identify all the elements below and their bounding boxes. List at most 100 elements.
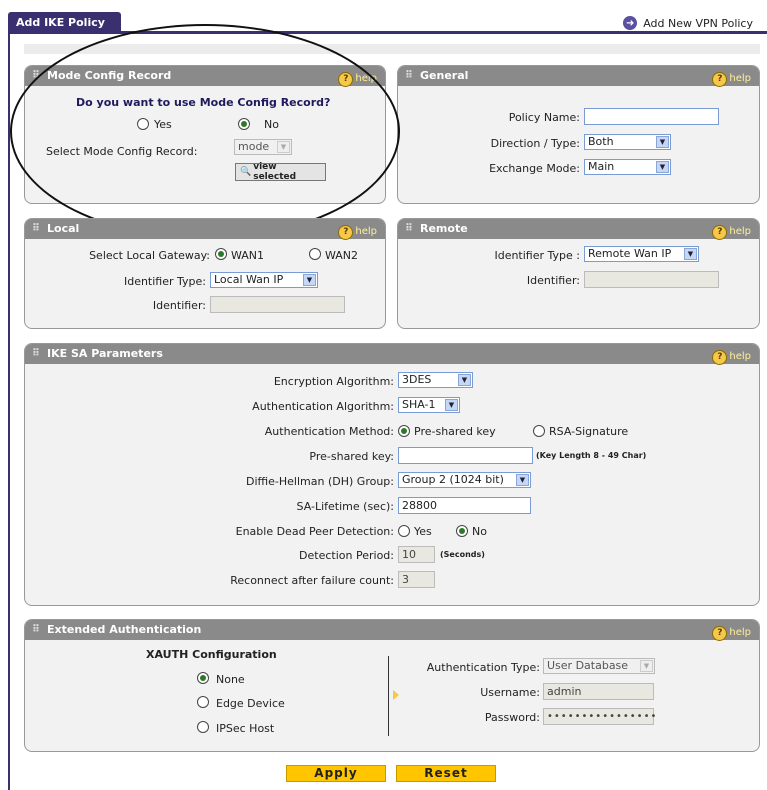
psk-input[interactable] bbox=[398, 447, 533, 464]
help-link[interactable]: ? help bbox=[712, 69, 751, 89]
direction-value: Both bbox=[588, 135, 614, 148]
auth-type-label: Authentication Type: bbox=[426, 661, 540, 674]
help-icon: ? bbox=[712, 625, 728, 641]
local-identifier-type-select[interactable]: Local Wan IP ▼ bbox=[210, 272, 318, 288]
dh-group-label: Diffie-Hellman (DH) Group: bbox=[246, 475, 394, 488]
encryption-value: 3DES bbox=[402, 373, 432, 386]
dpd-yes-radio[interactable] bbox=[398, 525, 410, 537]
wan1-radio[interactable] bbox=[215, 248, 227, 260]
page-tab[interactable]: Add IKE Policy bbox=[8, 12, 121, 34]
xauth-edge-label: Edge Device bbox=[216, 697, 285, 710]
help-label: help bbox=[729, 351, 751, 362]
chevron-down-icon: ▼ bbox=[516, 474, 529, 486]
auth-type-value: User Database bbox=[547, 659, 629, 672]
grip-icon: ⠿ bbox=[405, 70, 413, 81]
local-title: Local bbox=[47, 222, 80, 235]
general-title: General bbox=[420, 69, 469, 82]
xauth-ipsec-radio[interactable] bbox=[197, 721, 209, 733]
dh-group-value: Group 2 (1024 bit) bbox=[402, 473, 504, 486]
general-panel: ⠿ General ? help bbox=[397, 65, 760, 204]
rsa-radio[interactable] bbox=[533, 425, 545, 437]
chevron-down-icon: ▼ bbox=[640, 660, 653, 672]
remote-identifier-input[interactable] bbox=[584, 271, 719, 288]
remote-identifier-label: Identifier: bbox=[526, 274, 580, 287]
general-header: ⠿ General ? help bbox=[398, 66, 759, 89]
remote-identifier-type-value: Remote Wan IP bbox=[588, 247, 672, 260]
arrow-right-icon bbox=[393, 690, 399, 700]
chevron-down-icon: ▼ bbox=[656, 161, 669, 173]
help-label: help bbox=[729, 627, 751, 638]
auth-algorithm-label: Authentication Algorithm: bbox=[252, 400, 394, 413]
grip-icon: ⠿ bbox=[32, 624, 40, 635]
wan2-label: WAN2 bbox=[325, 249, 359, 262]
chevron-down-icon: ▼ bbox=[458, 374, 471, 386]
local-gateway-label: Select Local Gateway: bbox=[89, 249, 210, 262]
xauth-title: Extended Authentication bbox=[47, 623, 202, 636]
detection-period-unit: (Seconds) bbox=[440, 550, 485, 559]
help-link[interactable]: ? help bbox=[712, 222, 751, 242]
remote-header: ⠿ Remote ? help bbox=[398, 219, 759, 242]
auth-algorithm-select[interactable]: SHA-1 ▼ bbox=[398, 397, 460, 413]
exchange-mode-label: Exchange Mode: bbox=[489, 162, 580, 175]
chevron-down-icon: ▼ bbox=[684, 248, 697, 260]
detection-period-input[interactable]: 10 bbox=[398, 546, 435, 563]
wan2-radio[interactable] bbox=[309, 248, 321, 260]
add-vpn-policy-link[interactable]: ➜ Add New VPN Policy bbox=[623, 14, 753, 32]
psk-radio[interactable] bbox=[398, 425, 410, 437]
exchange-mode-select[interactable]: Main ▼ bbox=[584, 159, 671, 175]
local-identifier-type-value: Local Wan IP bbox=[214, 273, 284, 286]
policy-name-label: Policy Name: bbox=[508, 111, 580, 124]
reconnect-input[interactable]: 3 bbox=[398, 571, 435, 588]
local-header: ⠿ Local ? help bbox=[25, 219, 385, 242]
encryption-select[interactable]: 3DES ▼ bbox=[398, 372, 473, 388]
arrow-circle-icon: ➜ bbox=[623, 16, 638, 30]
add-vpn-policy-label: Add New VPN Policy bbox=[643, 16, 753, 30]
reconnect-label: Reconnect after failure count: bbox=[230, 574, 394, 587]
help-label: help bbox=[729, 226, 751, 237]
help-link[interactable]: ? help bbox=[712, 347, 751, 367]
dpd-no-label: No bbox=[472, 525, 487, 538]
password-label: Password: bbox=[484, 711, 540, 724]
ike-sa-title: IKE SA Parameters bbox=[47, 347, 163, 360]
xauth-edge-radio[interactable] bbox=[197, 696, 209, 708]
direction-label: Direction / Type: bbox=[490, 137, 580, 150]
local-identifier-input[interactable] bbox=[210, 296, 345, 313]
direction-select[interactable]: Both ▼ bbox=[584, 134, 671, 150]
reset-button[interactable]: Reset bbox=[396, 765, 496, 782]
dpd-yes-label: Yes bbox=[414, 525, 432, 538]
remote-identifier-type-label: Identifier Type : bbox=[494, 249, 580, 262]
dpd-label: Enable Dead Peer Detection: bbox=[235, 525, 394, 538]
password-input[interactable]: •••••••••••••••• bbox=[543, 708, 656, 725]
grip-icon: ⠿ bbox=[32, 348, 40, 359]
xauth-config-title: XAUTH Configuration bbox=[146, 648, 277, 661]
wan1-label: WAN1 bbox=[231, 249, 265, 262]
xauth-ipsec-label: IPSec Host bbox=[216, 722, 275, 735]
local-identifier-label: Identifier: bbox=[152, 299, 206, 312]
help-link[interactable]: ? help bbox=[338, 222, 377, 242]
local-identifier-type-label: Identifier Type: bbox=[123, 275, 206, 288]
xauth-none-radio[interactable] bbox=[197, 672, 209, 684]
remote-identifier-type-select[interactable]: Remote Wan IP ▼ bbox=[584, 246, 699, 262]
help-link[interactable]: ? help bbox=[712, 623, 751, 643]
detection-period-label: Detection Period: bbox=[299, 549, 394, 562]
auth-type-select[interactable]: User Database ▼ bbox=[543, 658, 655, 674]
username-label: Username: bbox=[480, 686, 540, 699]
psk-hint: (Key Length 8 - 49 Char) bbox=[536, 451, 647, 460]
ike-sa-header: ⠿ IKE SA Parameters ? help bbox=[25, 344, 759, 367]
help-icon: ? bbox=[712, 349, 728, 365]
help-icon: ? bbox=[338, 224, 354, 240]
help-label: help bbox=[355, 226, 377, 237]
apply-button[interactable]: Apply bbox=[286, 765, 386, 782]
username-input[interactable]: admin bbox=[543, 683, 654, 700]
sa-lifetime-label: SA-Lifetime (sec): bbox=[296, 500, 394, 513]
psk-label: Pre-shared key: bbox=[309, 450, 394, 463]
grip-icon: ⠿ bbox=[32, 223, 40, 234]
dpd-no-radio[interactable] bbox=[456, 525, 468, 537]
chevron-down-icon: ▼ bbox=[445, 399, 458, 411]
policy-name-input[interactable] bbox=[584, 108, 719, 125]
psk-radio-label: Pre-shared key bbox=[414, 425, 496, 438]
rsa-radio-label: RSA-Signature bbox=[549, 425, 629, 438]
sa-lifetime-input[interactable]: 28800 bbox=[398, 497, 531, 514]
dh-group-select[interactable]: Group 2 (1024 bit) ▼ bbox=[398, 472, 531, 488]
highlight-ellipse bbox=[10, 24, 400, 239]
